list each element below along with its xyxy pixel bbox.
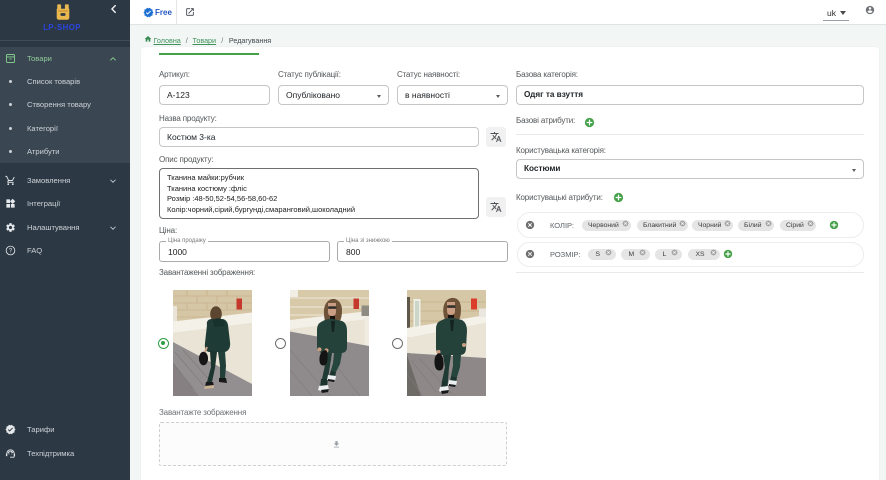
svg-text:?: ? — [9, 249, 13, 255]
